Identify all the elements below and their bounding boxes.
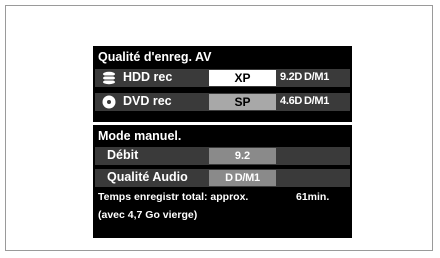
dvd-disc-icon: [102, 95, 116, 109]
disc-capacity-note: (avec 4,7 Go vierge): [98, 209, 198, 221]
bitrate-value[interactable]: 9.2: [209, 148, 276, 164]
dvd-mode-value[interactable]: SP: [209, 94, 276, 110]
hdd-rec-label: HDD rec: [123, 70, 173, 84]
hdd-disc-icon: [102, 71, 116, 85]
bitrate-label: Débit: [107, 148, 139, 162]
total-time-label: Temps enregistr total: approx.: [98, 191, 249, 203]
hdd-mode-value[interactable]: XP: [209, 70, 276, 86]
audio-quality-row[interactable]: Qualité Audio D D/M1: [95, 169, 350, 187]
bitrate-row[interactable]: Débit 9.2: [95, 147, 350, 165]
audio-quality-label: Qualité Audio: [107, 170, 188, 184]
manual-mode-title: Mode manuel.: [98, 129, 182, 143]
total-time-value: 61min.: [296, 191, 330, 203]
hdd-rec-row[interactable]: HDD rec XP 9.2D D/M1: [95, 69, 350, 87]
hdd-rate-value: 9.2D D/M1: [280, 71, 330, 83]
dvd-rec-label: DVD rec: [123, 94, 172, 108]
recording-settings-panel: Qualité d'enreg. AV HDD rec XP 9.2D D/M1…: [93, 46, 352, 238]
dvd-rec-row[interactable]: DVD rec SP 4.6D D/M1: [95, 93, 350, 111]
dvd-rate-value: 4.6D D/M1: [280, 95, 330, 107]
audio-quality-value[interactable]: D D/M1: [209, 170, 276, 186]
rec-quality-title: Qualité d'enreg. AV: [98, 50, 212, 64]
manual-mode-section: Mode manuel. Débit 9.2 Qualité Audio D D…: [93, 125, 352, 238]
